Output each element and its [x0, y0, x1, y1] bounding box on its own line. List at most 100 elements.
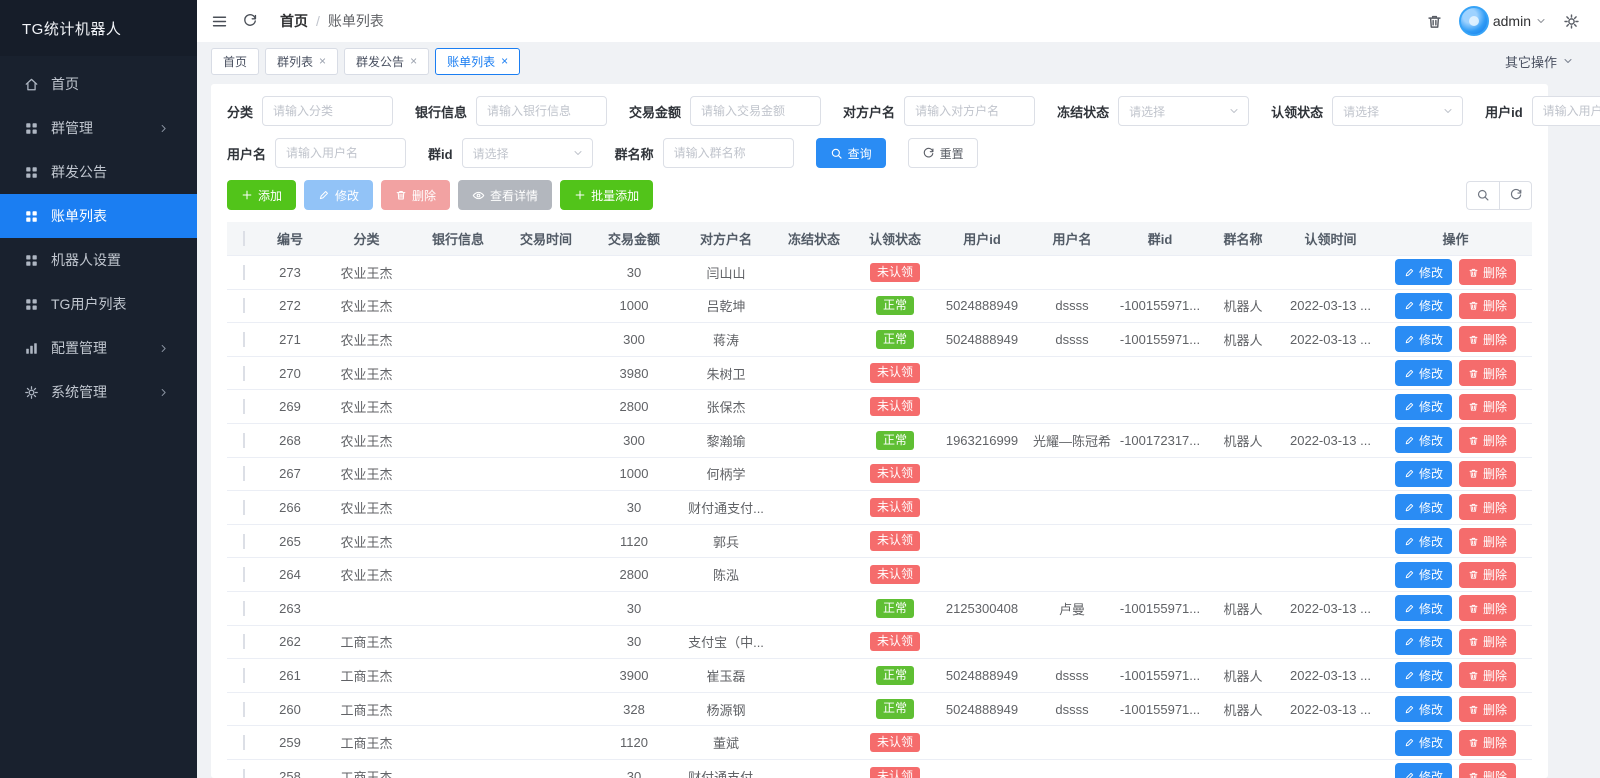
column-header: 对方户名: [699, 232, 752, 247]
close-icon[interactable]: ×: [410, 55, 417, 67]
row-checkbox[interactable]: [243, 567, 245, 583]
row-checkbox[interactable]: [243, 667, 245, 683]
row-checkbox[interactable]: [243, 365, 245, 381]
status-badge: 未认领: [869, 766, 920, 778]
filter-input[interactable]: [476, 96, 608, 126]
row-edit-button[interactable]: 修改: [1394, 763, 1452, 778]
sidebar-item-2[interactable]: 群发公告: [0, 150, 197, 194]
row-checkbox[interactable]: [243, 298, 245, 314]
cell-category: 工商王杰: [340, 702, 393, 718]
filter-input[interactable]: [1531, 96, 1600, 126]
row-checkbox[interactable]: [243, 399, 245, 415]
row-checkbox[interactable]: [243, 466, 245, 482]
row-delete-button[interactable]: 删除: [1459, 292, 1517, 319]
row-delete-button[interactable]: 删除: [1459, 696, 1517, 723]
row-edit-button[interactable]: 修改: [1394, 393, 1452, 420]
batch-add-button[interactable]: 批量添加: [560, 180, 654, 210]
row-edit-button[interactable]: 修改: [1394, 662, 1452, 689]
filter-input[interactable]: [904, 96, 1036, 126]
row-edit-button[interactable]: 修改: [1394, 528, 1452, 555]
row-edit-button[interactable]: 修改: [1394, 360, 1452, 387]
row-checkbox[interactable]: [243, 264, 245, 280]
row-checkbox[interactable]: [243, 499, 245, 515]
filter-input[interactable]: [275, 138, 407, 168]
row-checkbox[interactable]: [243, 701, 245, 717]
row-checkbox[interactable]: [243, 634, 245, 650]
collapse-sidebar-button[interactable]: [211, 13, 228, 30]
row-delete-button[interactable]: 删除: [1459, 393, 1517, 420]
edit-button[interactable]: 修改: [304, 180, 374, 210]
trash-icon: [1468, 704, 1479, 715]
row-delete-button[interactable]: 删除: [1459, 628, 1517, 655]
row-checkbox[interactable]: [243, 735, 245, 751]
row-delete-button[interactable]: 删除: [1459, 360, 1517, 387]
row-delete-button[interactable]: 删除: [1459, 729, 1517, 756]
delete-button[interactable]: 删除: [381, 180, 451, 210]
cell-id: 270: [279, 365, 301, 381]
row-edit-button[interactable]: 修改: [1394, 259, 1452, 286]
avatar[interactable]: [1458, 6, 1489, 36]
row-checkbox[interactable]: [243, 600, 245, 616]
user-menu[interactable]: admin: [1458, 6, 1547, 36]
row-edit-button[interactable]: 修改: [1394, 494, 1452, 521]
row-edit-button[interactable]: 修改: [1394, 696, 1452, 723]
close-icon[interactable]: ×: [501, 55, 508, 67]
trash-icon[interactable]: [1426, 13, 1443, 30]
row-edit-button[interactable]: 修改: [1394, 628, 1452, 655]
sidebar-item-7[interactable]: 系统管理: [0, 370, 197, 414]
row-edit-button[interactable]: 修改: [1394, 729, 1452, 756]
close-icon[interactable]: ×: [319, 55, 326, 67]
filter-select[interactable]: 请选择: [461, 138, 593, 168]
chevron-right-icon: [158, 123, 169, 134]
row-delete-button[interactable]: 删除: [1459, 528, 1517, 555]
refresh-page-button[interactable]: [242, 13, 258, 29]
tab-2[interactable]: 群发公告 ×: [344, 47, 430, 75]
filter-select[interactable]: 请选择: [1332, 96, 1464, 126]
row-checkbox[interactable]: [243, 432, 245, 448]
trash-icon: [1468, 267, 1479, 278]
view-detail-button[interactable]: 查看详情: [458, 180, 553, 210]
row-edit-button[interactable]: 修改: [1394, 460, 1452, 487]
sidebar-item-5[interactable]: TG用户列表: [0, 282, 197, 326]
settings-gear-icon[interactable]: [1563, 13, 1580, 30]
row-delete-button[interactable]: 删除: [1459, 259, 1517, 286]
row-edit-button[interactable]: 修改: [1394, 561, 1452, 588]
row-delete-button[interactable]: 删除: [1459, 662, 1517, 689]
row-delete-button[interactable]: 删除: [1459, 326, 1517, 353]
sidebar-item-3[interactable]: 账单列表: [0, 194, 197, 238]
sidebar-item-1[interactable]: 群管理: [0, 106, 197, 150]
row-delete-button[interactable]: 删除: [1459, 427, 1517, 454]
tab-1[interactable]: 群列表 ×: [265, 47, 339, 75]
row-delete-button[interactable]: 删除: [1459, 763, 1517, 778]
filter-input[interactable]: [662, 138, 794, 168]
select-all-checkbox[interactable]: [243, 231, 245, 246]
sidebar-item-label: 配置管理: [51, 340, 107, 356]
row-delete-button[interactable]: 删除: [1459, 561, 1517, 588]
row-edit-button[interactable]: 修改: [1394, 427, 1452, 454]
tab-3[interactable]: 账单列表 ×: [435, 47, 521, 75]
filter-input[interactable]: [262, 96, 394, 126]
table-search-toggle-button[interactable]: [1466, 180, 1499, 210]
row-edit-button[interactable]: 修改: [1394, 595, 1452, 622]
row-edit-button[interactable]: 修改: [1394, 326, 1452, 353]
search-button[interactable]: 查询: [815, 138, 886, 168]
sidebar-item-4[interactable]: 机器人设置: [0, 238, 197, 282]
row-delete-button[interactable]: 删除: [1459, 595, 1517, 622]
row-checkbox[interactable]: [243, 331, 245, 347]
row-delete-button[interactable]: 删除: [1459, 494, 1517, 521]
row-checkbox[interactable]: [243, 533, 245, 549]
sidebar-item-0[interactable]: 首页: [0, 62, 197, 106]
row-checkbox[interactable]: [243, 768, 245, 778]
tab-0[interactable]: 首页: [211, 47, 260, 75]
chevron-down-icon: [1562, 55, 1574, 67]
filter-input[interactable]: [690, 96, 822, 126]
row-edit-button[interactable]: 修改: [1394, 292, 1452, 319]
table-refresh-button[interactable]: [1499, 180, 1532, 210]
add-button[interactable]: 添加: [227, 180, 297, 210]
more-actions-dropdown[interactable]: 其它操作: [1505, 52, 1574, 71]
reset-button[interactable]: 重置: [907, 138, 978, 168]
row-delete-button[interactable]: 删除: [1459, 460, 1517, 487]
filter-select[interactable]: 请选择: [1118, 96, 1250, 126]
sidebar-item-6[interactable]: 配置管理: [0, 326, 197, 370]
breadcrumb-home[interactable]: 首页: [280, 11, 308, 31]
